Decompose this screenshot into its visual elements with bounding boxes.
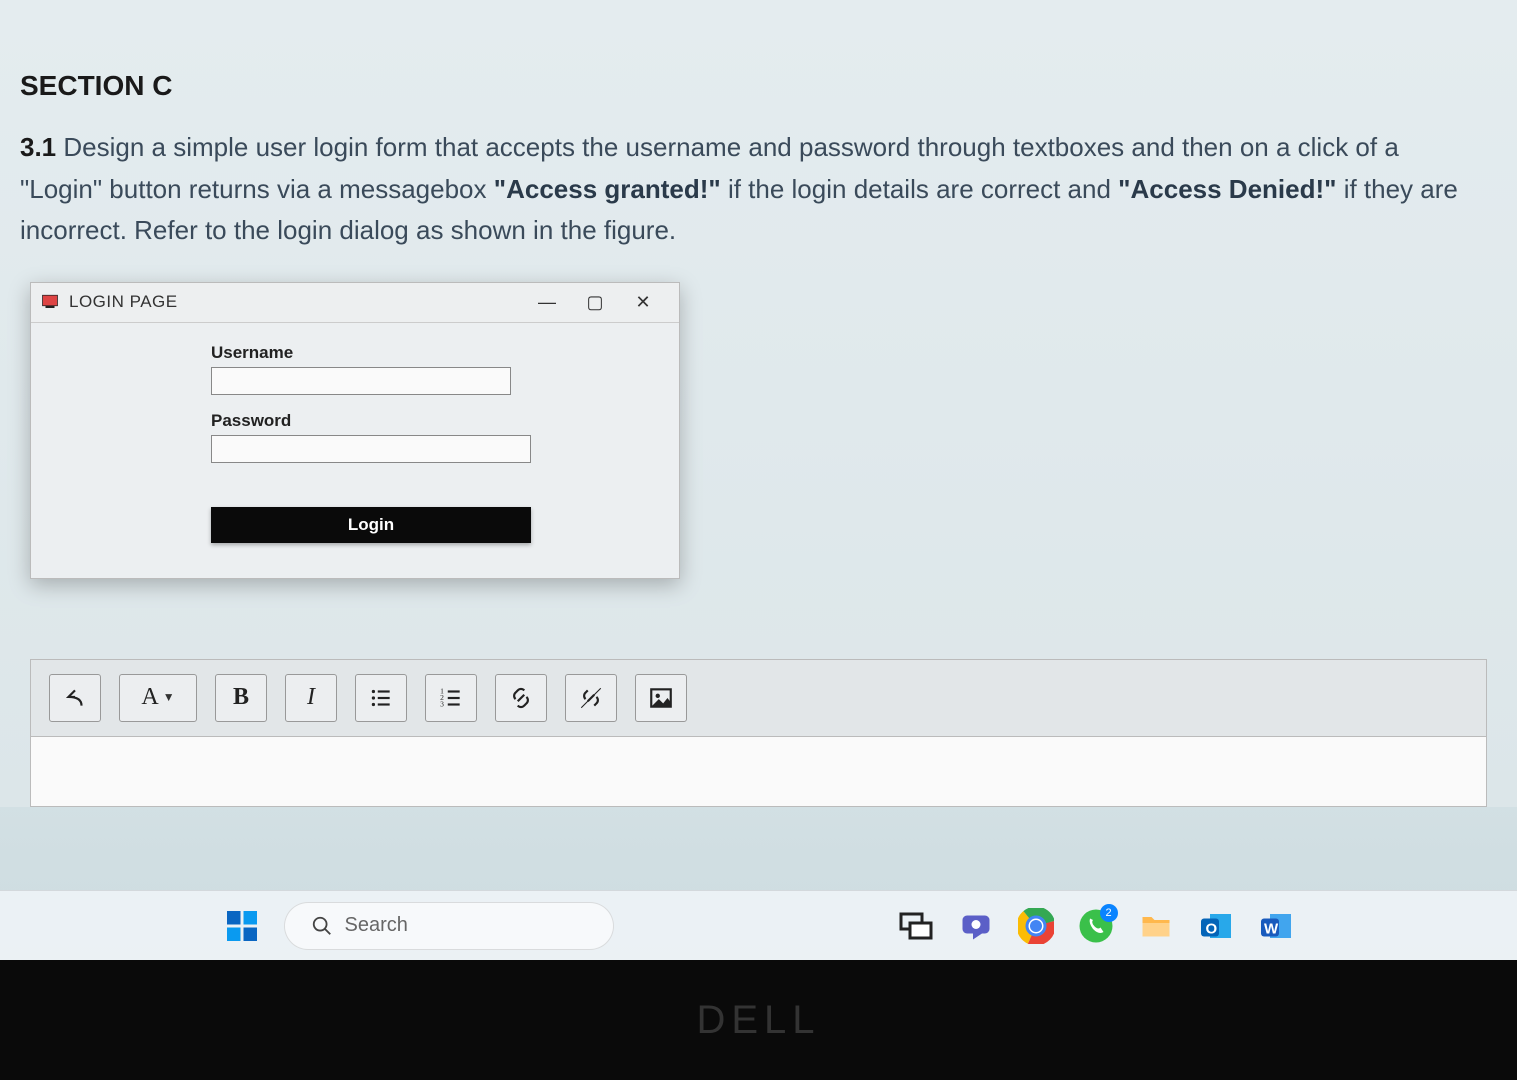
image-button[interactable] [635,674,687,722]
unlink-button[interactable] [565,674,617,722]
editor-textarea[interactable] [30,737,1487,807]
dropdown-caret-icon: ▼ [163,690,175,705]
link-icon [508,685,534,711]
search-icon [311,915,333,937]
svg-text:O: O [1205,920,1217,937]
login-dialog: LOGIN PAGE — ▢ ✕ Username Password Login [30,282,680,579]
font-color-letter: A [141,684,158,711]
svg-text:W: W [1264,920,1279,937]
chrome-icon [1018,908,1054,944]
question-emph1: "Access granted!" [494,174,721,204]
font-color-button[interactable]: A ▼ [119,674,197,722]
bullet-list-icon [368,685,394,711]
minimize-icon[interactable]: — [537,292,557,312]
login-window-title: LOGIN PAGE [69,292,537,312]
close-icon[interactable]: ✕ [633,292,653,312]
start-button[interactable] [222,906,262,946]
taskview-icon [898,908,934,944]
question-number: 3.1 [20,132,56,162]
login-titlebar: LOGIN PAGE — ▢ ✕ [31,283,679,323]
question-emph2: "Access Denied!" [1118,174,1336,204]
number-list-icon: 123 [438,685,464,711]
taskbar: Search 2 O W [0,890,1517,960]
bullet-list-button[interactable] [355,674,407,722]
notification-badge: 2 [1100,904,1118,922]
chat-icon [958,908,994,944]
taskbar-app-chat[interactable] [956,906,996,946]
italic-button[interactable]: I [285,674,337,722]
svg-text:3: 3 [440,699,444,708]
taskbar-app-outlook[interactable]: O [1196,906,1236,946]
taskbar-search[interactable]: Search [284,902,614,950]
taskbar-app-taskview[interactable] [896,906,936,946]
search-placeholder: Search [345,914,408,937]
undo-button[interactable] [49,674,101,722]
question-text: 3.1 Design a simple user login form that… [20,127,1470,252]
outlook-icon: O [1198,908,1234,944]
laptop-bezel: DELL [0,960,1517,1080]
taskbar-app-chrome[interactable] [1016,906,1056,946]
window-controls: — ▢ ✕ [537,292,671,312]
link-button[interactable] [495,674,547,722]
dell-logo: DELL [696,998,820,1043]
taskbar-app-phone[interactable]: 2 [1076,906,1116,946]
username-input[interactable] [211,367,511,395]
password-input[interactable] [211,435,531,463]
editor-toolbar: A ▼ B I 123 [30,659,1487,737]
maximize-icon[interactable]: ▢ [585,292,605,312]
login-button[interactable]: Login [211,507,531,543]
password-label: Password [211,411,499,431]
folder-icon [1138,908,1174,944]
question-part2: if the login details are correct and [721,174,1118,204]
taskbar-app-explorer[interactable] [1136,906,1176,946]
image-icon [648,685,674,711]
username-label: Username [211,343,499,363]
number-list-button[interactable]: 123 [425,674,477,722]
undo-icon [62,685,88,711]
bold-button[interactable]: B [215,674,267,722]
unlink-icon [578,685,604,711]
windows-icon [224,908,260,944]
taskbar-app-word[interactable]: W [1256,906,1296,946]
app-icon [39,291,61,313]
section-title: SECTION C [20,70,1497,102]
word-icon: W [1258,908,1294,944]
